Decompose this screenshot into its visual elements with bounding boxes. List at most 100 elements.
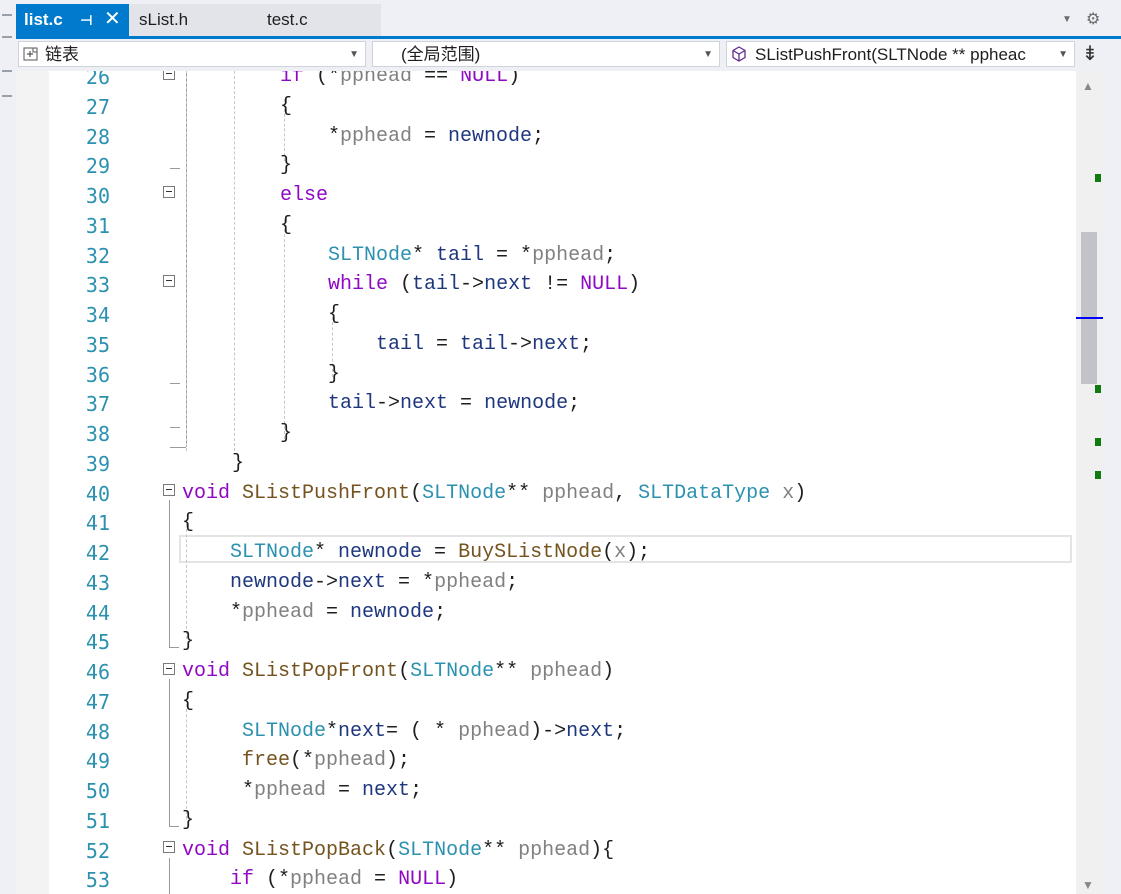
tab-label: list.c (24, 10, 63, 29)
code-line[interactable]: if (*pphead = NULL) (230, 868, 458, 891)
code-line[interactable]: { (328, 303, 340, 326)
code-token: next (362, 779, 411, 802)
code-token: = ( * (386, 719, 459, 743)
code-line[interactable]: free(*pphead); (242, 749, 410, 772)
code-editor[interactable]: 26 if (*pphead == NULL) 27{28 *pphead = new… (16, 71, 1076, 894)
code-line[interactable]: tail->next = newnode; (328, 392, 580, 415)
code-token: SListPushFront (242, 481, 411, 505)
fold-toggle[interactable] (163, 484, 175, 496)
fold-toggle[interactable] (163, 841, 175, 853)
fold-toggle[interactable] (163, 186, 175, 198)
code-token: void (182, 838, 231, 862)
code-line[interactable]: while (tail->next != NULL) (328, 273, 640, 296)
pin-icon[interactable]: ⊣ (80, 4, 93, 36)
code-token: tail (412, 273, 461, 297)
code-line[interactable]: { (280, 95, 292, 118)
code-line[interactable]: } (328, 363, 340, 386)
code-token: pphead (532, 243, 605, 267)
code-token: pphead (290, 868, 363, 892)
project-name: 链表 (45, 45, 79, 64)
fold-toggle[interactable] (163, 663, 175, 675)
gear-icon[interactable]: ⚙ (1086, 9, 1100, 29)
method-cube-icon (732, 46, 746, 62)
outline-line (170, 383, 180, 384)
code-line[interactable]: { (182, 690, 194, 713)
member-dropdown[interactable]: SListPushFront(SLTNode ** ppheac ▼ (726, 41, 1075, 67)
code-line[interactable]: { (280, 214, 292, 237)
code-token: next (338, 719, 387, 743)
line-number: 30 (85, 184, 110, 208)
code-token: { (182, 511, 195, 535)
scroll-up-icon[interactable]: ▲ (1082, 79, 1094, 93)
tab-list-c[interactable]: list.c ⊣ ✕ (16, 4, 129, 36)
scope-dropdown[interactable]: (全局范围) ▼ (372, 41, 720, 67)
line-number: 29 (85, 154, 110, 179)
line-number: 26 (85, 71, 110, 89)
code-token: SLTNode (422, 481, 507, 505)
code-line[interactable]: } (280, 422, 292, 445)
code-line[interactable]: *pphead = newnode; (328, 125, 544, 148)
code-line[interactable]: if (*pphead == NULL) (280, 71, 520, 88)
fold-toggle[interactable] (163, 275, 175, 287)
line-number: 45 (85, 630, 110, 655)
code-line[interactable]: SLTNode* tail = *pphead; (328, 244, 616, 267)
member-name: SListPushFront(SLTNode ** ppheac (755, 45, 1026, 64)
code-token: SListPopBack (242, 838, 387, 862)
line-number: 51 (85, 808, 110, 833)
indent-guide (186, 699, 187, 819)
code-line[interactable]: SLTNode* newnode = BuySListNode(x); (230, 541, 650, 564)
code-line[interactable]: void SListPushFront(SLTNode** pphead, SL… (182, 482, 806, 505)
chevron-down-icon[interactable]: ▼ (1062, 14, 1072, 25)
code-line[interactable]: } (182, 630, 194, 653)
code-token: next (400, 392, 449, 416)
code-line[interactable]: } (280, 154, 292, 177)
outline-line (169, 826, 179, 827)
code-token: { (328, 303, 341, 326)
toolbox-strip[interactable] (0, 0, 17, 894)
chevron-down-icon: ▼ (349, 49, 359, 60)
close-icon[interactable]: ✕ (104, 3, 121, 35)
line-number: 36 (85, 362, 110, 387)
tab-test-c[interactable]: test.c (259, 4, 379, 36)
code-token: tail (328, 392, 377, 416)
code-token: newnode (230, 570, 315, 594)
code-line[interactable]: } (232, 452, 244, 475)
code-token: { (280, 94, 293, 118)
code-line[interactable]: void SListPopFront(SLTNode** pphead) (182, 660, 614, 683)
line-number: 50 (85, 779, 110, 803)
code-line[interactable]: { (182, 511, 194, 534)
code-token: = * (484, 243, 533, 267)
scroll-down-icon[interactable]: ▼ (1082, 878, 1094, 892)
code-line[interactable]: } (182, 809, 194, 832)
code-line[interactable]: *pphead = newnode; (230, 601, 446, 624)
code-line[interactable]: void SListPopBack(SLTNode** pphead){ (182, 839, 614, 862)
code-token: )-> (530, 719, 567, 743)
outline-line (169, 647, 179, 648)
split-window-icon[interactable]: ⇟ (1075, 41, 1105, 67)
code-line[interactable]: SLTNode*next= ( * pphead)->next; (242, 720, 626, 743)
project-icon (23, 47, 38, 61)
code-token: NULL (460, 71, 509, 88)
line-number: 44 (85, 600, 110, 625)
code-token: SLTNode (242, 719, 327, 743)
code-token: { (280, 213, 293, 237)
code-token: ) (446, 868, 459, 892)
code-line[interactable]: newnode->next = *pphead; (230, 571, 518, 594)
tab-slist-h[interactable]: sList.h (129, 4, 249, 36)
outline-line (169, 858, 170, 894)
code-token: SLTNode (398, 838, 483, 862)
code-token: -> (376, 392, 401, 416)
code-token: next (484, 273, 533, 297)
fold-toggle[interactable] (163, 71, 175, 80)
code-token: SLTNode (328, 243, 413, 267)
code-line[interactable]: *pphead = next; (242, 779, 422, 802)
code-line[interactable]: tail = tail->next; (376, 333, 592, 356)
code-token: ) (602, 660, 615, 683)
code-line[interactable]: else (280, 184, 328, 207)
line-number: 33 (85, 273, 110, 298)
project-dropdown[interactable]: 链表 ▼ (18, 41, 366, 67)
selection-margin (16, 71, 49, 894)
vertical-scrollbar[interactable]: ▲ ▼ (1076, 71, 1102, 894)
code-token: } (280, 154, 293, 178)
scrollbar-thumb[interactable] (1081, 232, 1097, 384)
